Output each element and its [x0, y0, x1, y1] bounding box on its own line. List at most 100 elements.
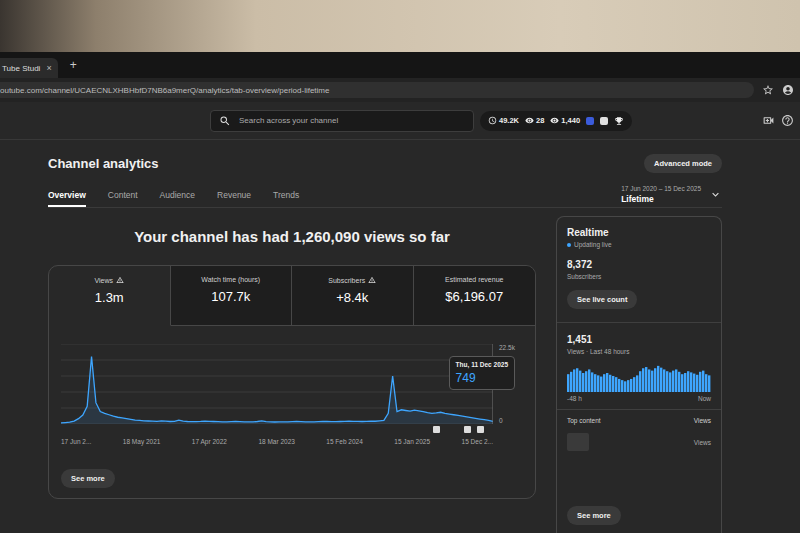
- realtime-bar: [630, 379, 632, 392]
- realtime-see-more-button[interactable]: See more: [567, 506, 621, 525]
- help-icon[interactable]: [781, 114, 794, 127]
- realtime-bar: [708, 375, 710, 392]
- realtime-bar: [633, 377, 635, 392]
- realtime-bar: [579, 371, 581, 392]
- realtime-bar: [603, 374, 605, 392]
- x-tick: 17 Apr 2022: [192, 438, 227, 445]
- realtime-bar: [612, 376, 614, 392]
- profile-icon[interactable]: [782, 84, 794, 96]
- x-tick: 18 May 2021: [123, 438, 161, 445]
- realtime-bar-chart[interactable]: [567, 364, 711, 392]
- see-more-button[interactable]: See more: [61, 469, 115, 488]
- studio-header: Search across your channel 49.2K281,440: [0, 102, 800, 140]
- realtime-bar: [570, 372, 572, 392]
- browser-tab[interactable]: Tube Studi×: [0, 58, 58, 78]
- realtime-bar: [666, 371, 668, 392]
- realtime-axis-label: -48 h: [567, 395, 582, 402]
- eye-icon: [525, 116, 534, 125]
- realtime-bar: [669, 372, 671, 392]
- video-marker[interactable]: [433, 426, 440, 433]
- realtime-status: Updating live: [567, 241, 711, 248]
- metric-card[interactable]: Views 1.3m: [49, 266, 171, 326]
- video-thumbnail: [567, 433, 589, 451]
- realtime-bar: [576, 368, 578, 392]
- realtime-bar: [657, 366, 659, 392]
- divider: [557, 322, 721, 323]
- nav-tab[interactable]: Revenue: [217, 184, 251, 207]
- url-field[interactable]: outube.com/channel/UCAECNLXHBHbfD7NB6a9m…: [0, 82, 754, 98]
- realtime-bar: [705, 374, 707, 392]
- nav-tab[interactable]: Trends: [273, 184, 299, 207]
- views-chart[interactable]: [61, 344, 493, 424]
- search-placeholder: Search across your channel: [239, 116, 338, 125]
- realtime-bar: [600, 377, 602, 392]
- bookmark-star-icon[interactable]: [762, 84, 774, 96]
- x-tick: 18 Mar 2023: [258, 438, 295, 445]
- see-live-count-button[interactable]: See live count: [567, 290, 637, 309]
- realtime-bar: [606, 373, 608, 392]
- metric-card[interactable]: Estimated revenue$6,196.07: [414, 266, 536, 326]
- chart-area: 22.5k017 Jun 2...18 May 202117 Apr 20221…: [49, 326, 535, 445]
- new-tab-button[interactable]: +: [66, 58, 81, 72]
- nav-tab[interactable]: Overview: [48, 184, 86, 207]
- nav-tab[interactable]: Audience: [160, 184, 195, 207]
- analytics-body: Your channel has had 1,260,090 views so …: [48, 216, 722, 533]
- top-content-column: Views: [694, 417, 711, 424]
- realtime-views: 1,451: [567, 334, 711, 345]
- x-tick: 15 Dec 2...: [462, 438, 493, 445]
- top-content-title: Top content: [567, 417, 601, 424]
- realtime-title: Realtime: [567, 227, 711, 238]
- tab-close-button[interactable]: ×: [46, 63, 51, 73]
- metric-card[interactable]: Watch time (hours)107.7k: [171, 266, 293, 326]
- realtime-bar: [639, 371, 641, 392]
- badge-icon: [586, 117, 594, 125]
- metric-value: +8.4k: [336, 290, 368, 305]
- metric-card[interactable]: Subscribers+8.4k: [292, 266, 414, 326]
- search-field[interactable]: Search across your channel: [210, 110, 474, 132]
- wall-background: [0, 0, 800, 52]
- metric-label: Views: [94, 276, 124, 284]
- date-picker[interactable]: 17 Jun 2020 – 15 Dec 2025Lifetime: [621, 185, 722, 207]
- metric-cards: Views 1.3m Watch time (hours)107.7kSubscri…: [49, 266, 535, 326]
- realtime-bar: [687, 371, 689, 392]
- realtime-bar: [693, 374, 695, 392]
- metric-value: 1.3m: [95, 290, 124, 305]
- realtime-panel: Realtime Updating live 8,372 Subscribers See…: [556, 216, 722, 533]
- chart-area-fill: [61, 356, 493, 424]
- views-line: [61, 356, 493, 422]
- stats-pill[interactable]: 49.2K281,440: [480, 111, 632, 131]
- warning-icon: [116, 276, 124, 284]
- subscriber-count: 8,372: [567, 259, 711, 270]
- live-dot: [567, 243, 571, 247]
- advanced-mode-button[interactable]: Advanced mode: [644, 154, 722, 173]
- realtime-bar: [696, 375, 698, 392]
- date-period: Lifetime: [621, 194, 701, 204]
- top-content-row[interactable]: Views: [567, 433, 711, 451]
- realtime-bar: [594, 374, 596, 392]
- realtime-bar: [654, 368, 656, 392]
- grid-line: [61, 344, 493, 345]
- divider: [557, 409, 721, 410]
- create-video-icon[interactable]: [762, 114, 775, 127]
- search-icon: [219, 115, 231, 127]
- realtime-axis: -48 hNow: [567, 395, 711, 402]
- x-tick: 15 Feb 2024: [326, 438, 363, 445]
- page-title: Channel analytics: [48, 156, 159, 171]
- tabs-row: Overview Content Audience Revenue Trends 17 J…: [48, 184, 722, 208]
- grid-line: [61, 376, 493, 377]
- y-tick: 0: [499, 417, 529, 424]
- subscriber-label: Subscribers: [567, 273, 711, 280]
- top-content-views: Views: [694, 439, 711, 446]
- realtime-bar: [567, 374, 569, 392]
- chart-tooltip: Thu, 11 Dec 2025749: [449, 356, 515, 390]
- nav-tab[interactable]: Content: [108, 184, 138, 207]
- grid-line: [61, 392, 493, 393]
- video-marker[interactable]: [477, 426, 484, 433]
- headline: Your channel has had 1,260,090 views so …: [48, 216, 536, 265]
- realtime-bar: [624, 381, 626, 392]
- realtime-bar: [588, 369, 590, 392]
- x-tick: 15 Jan 2025: [394, 438, 430, 445]
- top-content-header: Top content Views: [567, 417, 711, 424]
- realtime-bar: [573, 369, 575, 392]
- video-marker[interactable]: [464, 426, 471, 433]
